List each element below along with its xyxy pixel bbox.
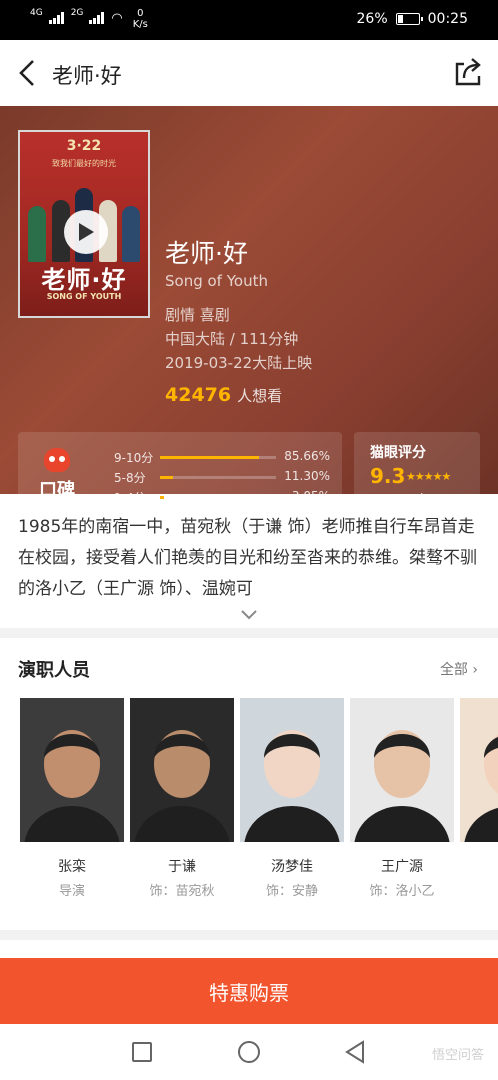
koubei-logo: 口碑 bbox=[32, 448, 82, 502]
cast-name: 于谦 bbox=[168, 859, 196, 875]
rating-row: 9-10分 85.66% bbox=[114, 449, 330, 465]
cast-photo bbox=[20, 698, 124, 842]
play-trailer-button[interactable] bbox=[64, 210, 108, 254]
section-divider bbox=[0, 930, 498, 940]
clock: 00:25 bbox=[427, 11, 468, 27]
maoyan-rating-panel[interactable]: 猫眼评分 9.3 ★★★★★ 193432人 › bbox=[354, 432, 480, 516]
rating-bar-fill bbox=[160, 456, 260, 459]
cast-role: 饰 bbox=[460, 880, 498, 898]
signal-type-2: 2G bbox=[70, 8, 84, 18]
cast-photo bbox=[240, 698, 344, 842]
movie-title: 老师·好 bbox=[165, 239, 248, 268]
cast-photo bbox=[460, 698, 498, 842]
cast-card[interactable]: 张栾 导演 bbox=[20, 698, 124, 898]
wifi-icon: ◠ bbox=[111, 11, 123, 26]
maoyan-title: 猫眼评分 bbox=[370, 445, 426, 461]
system-back-icon[interactable] bbox=[344, 1040, 366, 1064]
cast-role: 饰：洛小乙 bbox=[369, 884, 435, 898]
movie-genre: 剧情 喜剧 bbox=[165, 306, 230, 324]
cast-role: 导演 bbox=[58, 884, 85, 898]
maoyan-score: 9.3 bbox=[370, 464, 406, 488]
cat-face-icon bbox=[44, 448, 70, 472]
cast-name: 秦 bbox=[460, 856, 498, 876]
page-title: 老师·好 bbox=[52, 64, 122, 88]
rating-row: 5-8分 11.30% bbox=[114, 469, 330, 485]
system-nav-bar: 悟空问答 bbox=[0, 1024, 498, 1080]
cast-name: 张栾 bbox=[58, 859, 86, 875]
status-left: 4G 2G ◠ 0 K/s bbox=[30, 8, 148, 30]
movie-release-date: 2019-03-22大陆上映 bbox=[165, 354, 313, 372]
movie-english-title: Song of Youth bbox=[165, 272, 268, 290]
koubei-rating-panel[interactable]: 口碑 9-10分 85.66% 5-8分 11.30% 1-4分 3.05% bbox=[18, 432, 342, 516]
status-right: 26% 00:25 bbox=[357, 11, 468, 27]
battery-icon bbox=[395, 13, 423, 25]
status-bar: 4G 2G ◠ 0 K/s 26% 00:25 bbox=[0, 0, 498, 40]
back-arrow-icon[interactable] bbox=[12, 56, 42, 90]
recent-apps-icon[interactable] bbox=[132, 1042, 152, 1062]
poster-english-title: SONG OF YOUTH bbox=[46, 292, 122, 301]
signal-bars-icon bbox=[89, 12, 105, 24]
home-icon[interactable] bbox=[238, 1041, 260, 1063]
poster-title: 老师·好 bbox=[41, 266, 127, 294]
rating-row: 1-4分 3.05% bbox=[114, 489, 330, 505]
cast-name: 汤梦佳 bbox=[271, 859, 313, 875]
want-to-watch-count: 42476 人想看 bbox=[165, 384, 283, 406]
cast-card[interactable]: 王广源 饰：洛小乙 bbox=[350, 698, 454, 898]
movie-poster[interactable]: 3·22 致我们最好的时光 老师·好 SONG OF YOUTH bbox=[18, 130, 150, 318]
movie-hero: 3·22 致我们最好的时光 老师·好 SONG OF YOUTH 老师·好 So… bbox=[0, 106, 498, 582]
chevron-right-icon: › bbox=[431, 492, 437, 506]
cast-photo bbox=[350, 698, 454, 842]
cast-name: 王广源 bbox=[381, 859, 423, 875]
expand-chevron-icon[interactable] bbox=[239, 607, 259, 621]
signal-type-1: 4G bbox=[30, 8, 43, 18]
rating-bar-fill bbox=[160, 476, 174, 479]
cast-photo bbox=[130, 698, 234, 842]
cast-card[interactable]: 秦 饰 bbox=[460, 698, 498, 898]
section-divider bbox=[0, 628, 498, 638]
network-speed: 0 K/s bbox=[132, 8, 148, 30]
poster-tagline: 致我们最好的时光 bbox=[52, 159, 116, 168]
cast-role: 饰：安静 bbox=[265, 884, 318, 898]
maoyan-count: 193432人 › bbox=[370, 492, 437, 506]
signal-bars-icon bbox=[48, 12, 65, 24]
play-icon bbox=[79, 223, 94, 241]
watermark: 悟空问答 bbox=[431, 1048, 484, 1063]
nav-bar: 老师·好 bbox=[0, 40, 498, 106]
cast-view-all-link[interactable]: 全部 › bbox=[440, 659, 478, 679]
cast-section-title: 演职人员 bbox=[18, 660, 90, 681]
buy-ticket-button[interactable]: 特惠购票 bbox=[0, 958, 498, 1024]
cast-card[interactable]: 汤梦佳 饰：安静 bbox=[240, 698, 344, 898]
cast-role: 饰：苗宛秋 bbox=[149, 884, 215, 898]
poster-date: 3·22 bbox=[66, 138, 102, 154]
cast-card[interactable]: 于谦 饰：苗宛秋 bbox=[130, 698, 234, 898]
share-icon[interactable] bbox=[452, 56, 484, 90]
star-rating-icon: ★★★★★ bbox=[406, 470, 451, 483]
synopsis-text: 1985年的南宿一中，苗宛秋（于谦 饰）老师推自行车昂首走在校园，接受着人们艳羡… bbox=[18, 517, 477, 599]
movie-region-duration: 中国大陆 / 111分钟 bbox=[165, 330, 299, 348]
battery-percent: 26% bbox=[356, 11, 388, 27]
rating-bar-fill bbox=[160, 496, 164, 499]
cast-list: 张栾 导演 于谦 饰：苗宛秋 汤梦佳 饰：安静 王广源 饰：洛小乙 秦 饰 bbox=[20, 698, 498, 898]
